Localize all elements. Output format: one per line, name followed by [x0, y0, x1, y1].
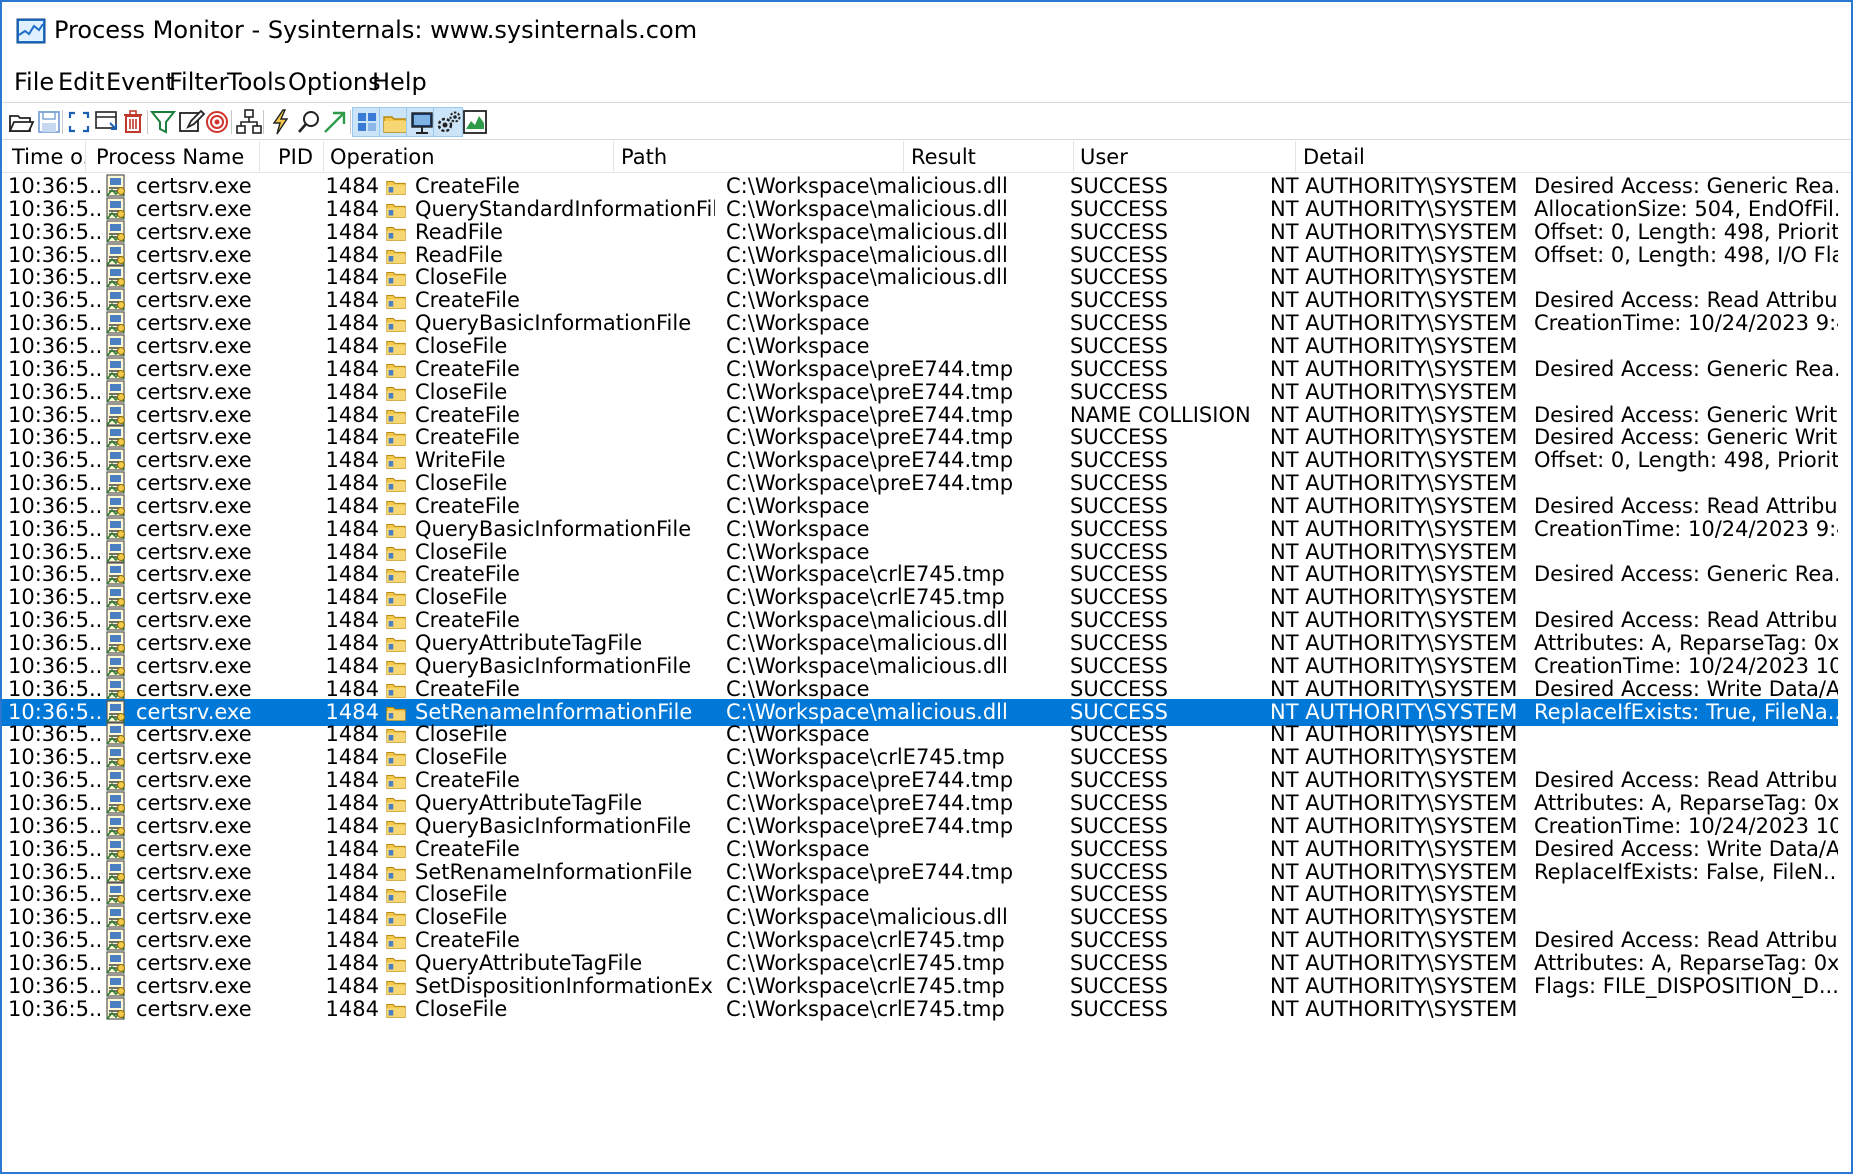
menu-options[interactable]: Options [286, 68, 383, 96]
column-header-result[interactable]: Result [904, 141, 1074, 173]
toolbar [2, 102, 1851, 140]
column-header-path[interactable]: Path [614, 141, 904, 173]
clear-icon[interactable] [118, 107, 148, 137]
menu-edit[interactable]: Edit [56, 68, 106, 96]
menu-event[interactable]: Event [104, 68, 177, 96]
jump-to-icon[interactable] [320, 107, 350, 137]
time-cell: 10:36:5... [8, 996, 100, 1021]
path-cell: C:\Workspace\crlE745.tmp [726, 996, 1005, 1021]
column-header-detail[interactable]: Detail [1296, 141, 1566, 173]
process-monitor-window: Process Monitor - Sysinternals: www.sysi… [0, 0, 1853, 1174]
process-icon [104, 996, 132, 1023]
detail-cell [1534, 996, 1838, 1023]
capture-icon[interactable] [64, 107, 94, 137]
column-header-process-name[interactable]: Process Name [86, 141, 260, 173]
menu-file[interactable]: File [12, 68, 56, 96]
file-system-icon [385, 996, 411, 1023]
toolbar-separator [263, 110, 264, 134]
profiling-events-icon[interactable] [460, 107, 490, 137]
user-cell: NT AUTHORITY\SYSTEM [1270, 996, 1518, 1021]
open-icon[interactable] [6, 107, 36, 137]
toolbar-separator [231, 110, 232, 134]
filter-icon[interactable] [148, 107, 178, 137]
network-activity-icon[interactable] [406, 107, 436, 137]
file-activity-icon[interactable] [379, 107, 409, 137]
window-title: Process Monitor - Sysinternals: www.sysi… [54, 16, 698, 44]
process-monitor-app-icon [16, 18, 46, 44]
operation-cell: CloseFile [415, 996, 508, 1021]
target-icon[interactable] [202, 107, 232, 137]
process-thread-activity-icon[interactable] [433, 107, 463, 137]
toolbar-separator [62, 110, 63, 134]
column-header-time[interactable]: Time o... [2, 141, 86, 173]
toolbar-separator [350, 110, 351, 134]
column-header-user[interactable]: User [1074, 141, 1296, 173]
menu-filter[interactable]: Filter [167, 68, 230, 96]
result-cell: SUCCESS [1070, 996, 1168, 1021]
process-tree-icon[interactable] [234, 107, 264, 137]
column-header-pid[interactable]: PID [260, 141, 324, 173]
column-header-operation[interactable]: Operation [324, 141, 614, 173]
registry-activity-icon[interactable] [352, 107, 382, 137]
column-header-row: Time o... Process Name PID Operation Pat… [2, 141, 1851, 173]
menu-tools[interactable]: Tools [225, 68, 288, 96]
process-name-cell: certsrv.exe [136, 996, 252, 1021]
save-icon[interactable] [34, 107, 64, 137]
event-properties-icon[interactable] [266, 107, 296, 137]
menu-bar: File Edit Event Filter Tools Options Hel… [2, 64, 1851, 102]
title-bar: Process Monitor - Sysinternals: www.sysi… [2, 2, 1851, 64]
pid-cell: 1484 [325, 996, 379, 1021]
menu-help[interactable]: Help [370, 68, 429, 96]
table-row[interactable]: 10:36:5... certsrv.exe 1484 CloseFile C:\Wor… [2, 996, 1838, 1023]
